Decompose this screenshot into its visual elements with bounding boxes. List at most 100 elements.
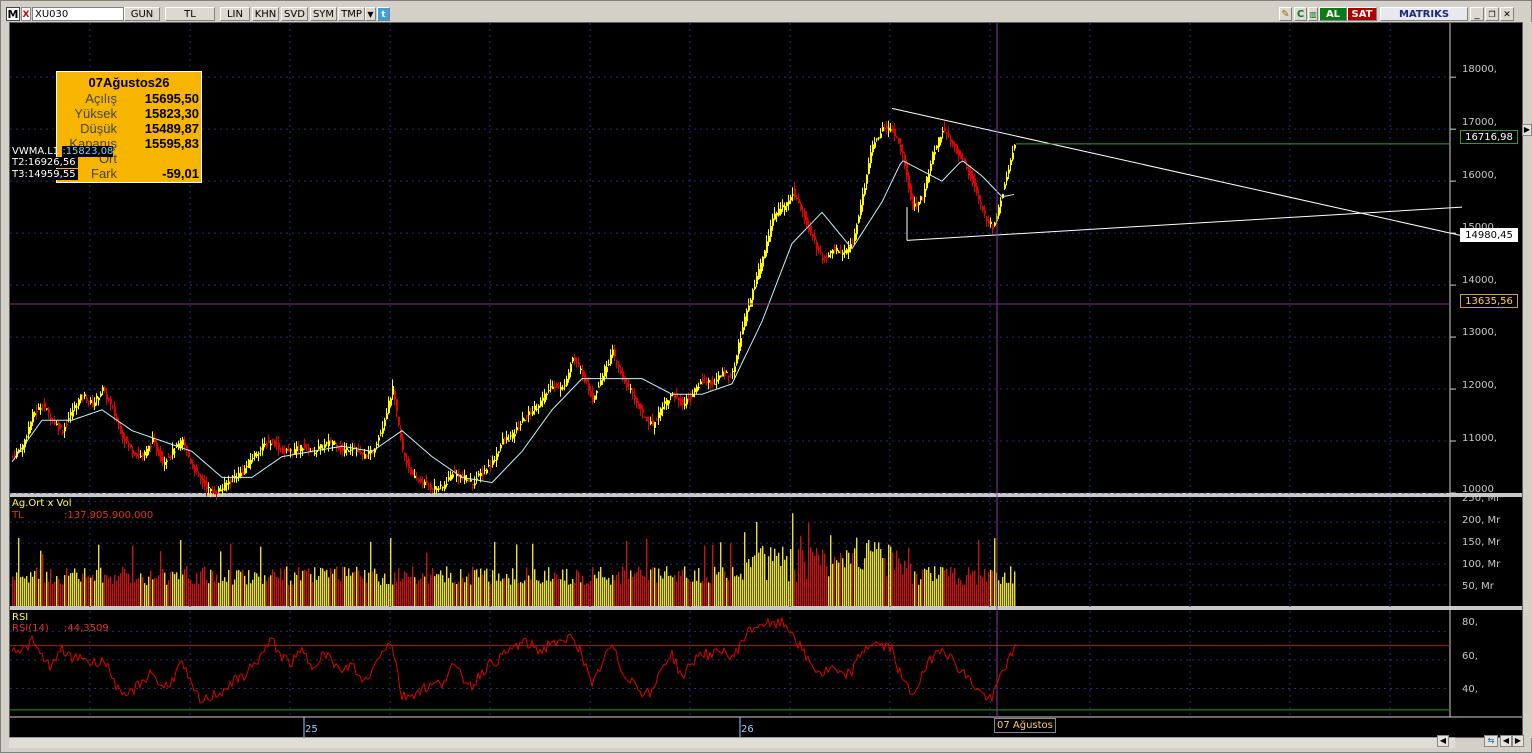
volume-bar: [210, 569, 212, 606]
volume-bar: [804, 561, 806, 606]
candle-body: [862, 194, 864, 206]
volume-bar: [168, 580, 170, 606]
volume-bar: [498, 573, 500, 606]
volume-bar: [888, 544, 890, 606]
volume-bar: [706, 577, 708, 606]
volume-bar: [264, 575, 266, 606]
volume-bar: [20, 577, 22, 606]
candle-body: [956, 145, 958, 154]
candle-body: [758, 269, 760, 280]
chart-canvas[interactable]: [10, 23, 1522, 737]
scroll-handle-icon[interactable]: ▶: [1522, 124, 1532, 136]
candle-body: [942, 131, 944, 133]
volume-bar: [894, 570, 896, 606]
volume-bar: [144, 583, 146, 606]
scroll-left-end-icon[interactable]: ◀: [1500, 735, 1512, 747]
sym-button[interactable]: SYM: [310, 7, 337, 21]
candle-body: [504, 439, 506, 441]
candle-body: [634, 395, 636, 400]
volume-bar: [622, 566, 624, 606]
candle-body: [870, 152, 872, 164]
horizontal-scrollbar[interactable]: [9, 737, 1455, 748]
candle-body: [68, 418, 70, 420]
volume-bar: [716, 574, 718, 606]
candle-body: [568, 372, 570, 380]
twitter-icon[interactable]: t: [377, 7, 390, 21]
pencil-icon[interactable]: ✎: [1279, 7, 1292, 21]
volume-bar: [318, 575, 320, 606]
candle-body: [576, 361, 578, 363]
candle-body: [988, 220, 990, 225]
volume-bar: [730, 543, 732, 606]
volume-bar: [756, 521, 758, 606]
scroll-right-end-icon[interactable]: ▶: [1512, 735, 1524, 747]
khn-button[interactable]: KHN: [252, 7, 279, 21]
volume-bar: [794, 569, 796, 606]
volume-bar: [382, 578, 384, 606]
candle-body: [736, 355, 738, 364]
rsi-series-label: RSI(14): [12, 623, 49, 634]
volume-bar: [610, 584, 612, 606]
volume-bar: [518, 583, 520, 606]
symbol-field[interactable]: XU030: [32, 7, 124, 21]
candle-body: [288, 448, 290, 452]
candle-body: [918, 202, 920, 206]
candle-body: [156, 443, 158, 452]
candle-body: [126, 436, 128, 442]
candle-body: [796, 197, 798, 200]
chart-window[interactable]: [9, 22, 1523, 738]
volume-tick: 200, Mr: [1462, 515, 1501, 526]
candle-body: [876, 138, 878, 140]
volume-bar: [256, 573, 258, 606]
period-gun-button[interactable]: GUN: [124, 7, 160, 21]
svd-button[interactable]: SVD: [281, 7, 308, 21]
t2-legend: T2:16926,56: [12, 157, 78, 168]
candle-body: [192, 464, 194, 469]
volume-bar: [296, 574, 298, 606]
currency-tl-button[interactable]: TL: [165, 7, 215, 21]
candle-body: [284, 449, 286, 452]
candle-body: [678, 397, 680, 401]
volume-bar: [430, 574, 432, 606]
volume-bar: [550, 581, 552, 606]
candle-body: [430, 484, 432, 489]
candle-body: [604, 366, 606, 377]
volume-bar: [334, 569, 336, 606]
candle-body: [554, 386, 556, 388]
restore-icon[interactable]: ❐: [1485, 7, 1499, 21]
buy-button[interactable]: AL: [1319, 7, 1347, 21]
volume-bar: [850, 563, 852, 606]
window-close-icon[interactable]: ✕: [1500, 7, 1514, 21]
candle-body: [404, 452, 406, 457]
candle-body: [924, 188, 926, 198]
volume-bar: [744, 532, 746, 606]
candle-body: [932, 152, 934, 165]
minimize-icon[interactable]: _: [1470, 7, 1484, 21]
volume-bar: [228, 570, 230, 606]
scroll-left-icon[interactable]: ◀: [1437, 735, 1449, 747]
volume-bar: [222, 580, 224, 606]
volume-bar: [774, 548, 776, 606]
indicator-icon[interactable]: ▥: [1308, 7, 1318, 21]
matriks-logo-button[interactable]: M: [6, 7, 20, 21]
candle-body: [668, 400, 670, 404]
candle-body: [516, 427, 518, 431]
volume-bar: [530, 579, 532, 606]
sync-icon[interactable]: ⇆: [1484, 735, 1498, 747]
refresh-icon[interactable]: C: [1294, 7, 1307, 21]
dropdown-arrow-icon[interactable]: ▼: [365, 7, 376, 21]
volume-bar: [936, 578, 938, 606]
volume-bar: [474, 570, 476, 606]
scale-lin-button[interactable]: LIN: [220, 7, 250, 21]
candle-body: [548, 390, 550, 392]
volume-bar: [66, 567, 68, 606]
volume-bar: [104, 574, 106, 606]
volume-bar: [598, 571, 600, 606]
volume-bar: [626, 540, 628, 606]
volume-bar: [306, 571, 308, 606]
candle-body: [884, 127, 886, 130]
tmp-button[interactable]: TMP: [338, 7, 365, 21]
close-icon[interactable]: X: [21, 7, 31, 21]
sell-button[interactable]: SAT: [1347, 7, 1377, 21]
candle-body: [1004, 184, 1006, 189]
